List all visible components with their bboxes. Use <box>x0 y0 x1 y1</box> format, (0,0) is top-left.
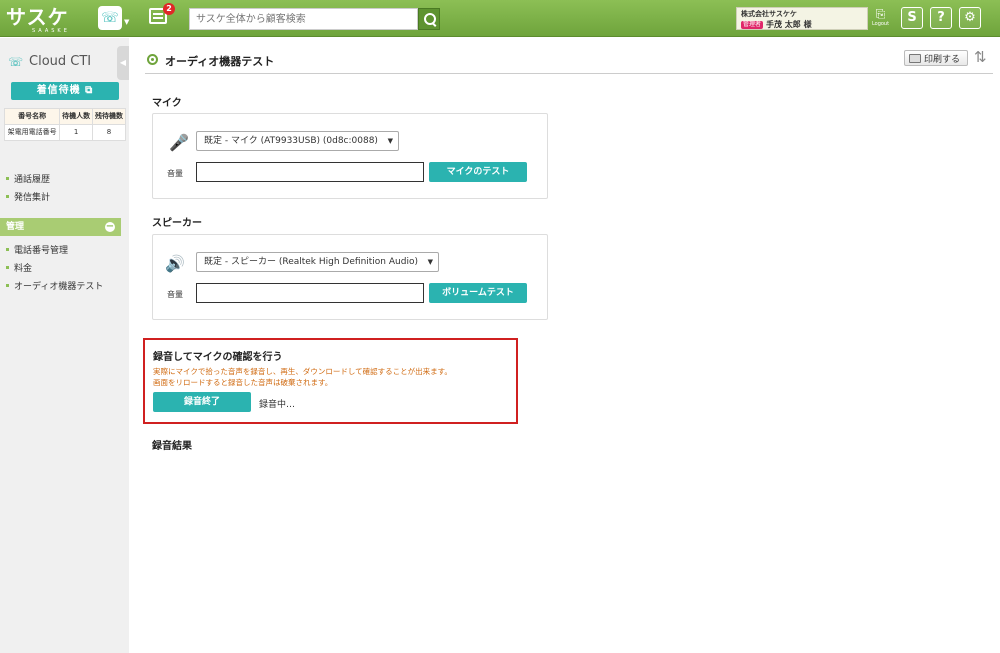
refresh-icon[interactable]: ⇅ <box>974 48 987 66</box>
table-cell: 8 <box>92 124 126 141</box>
management-links: 電話番号管理 料金 オーディオ機器テスト <box>6 243 103 297</box>
sidebar-item-label: オーディオ機器テスト <box>14 282 104 292</box>
sidebar-item-outbound-stats[interactable]: 発信集計 <box>6 190 50 203</box>
mic-volume-meter <box>196 162 424 182</box>
speaker-section-label: スピーカー <box>152 218 202 229</box>
recording-description: 実際にマイクで拾った音声を録音し、再生、ダウンロードして確認することが出来ます。… <box>153 366 452 388</box>
mic-test-button[interactable]: マイクのテスト <box>429 162 527 182</box>
help-icon[interactable]: ? <box>930 7 952 29</box>
speaker-device-select[interactable]: 既定 - スピーカー (Realtek High Definition Audi… <box>196 252 439 272</box>
app-logo[interactable]: サスケ SAASKE <box>6 5 70 34</box>
mic-section-label: マイク <box>152 98 182 109</box>
speaker-volume-label: 音量 <box>167 290 183 299</box>
sidebar-title-text: Cloud CTI <box>29 54 92 69</box>
speaker-device-value: 既定 - スピーカー (Realtek High Definition Audi… <box>204 257 418 267</box>
user-info[interactable]: 株式会社サスケケ 管理者 手茂 太郎 様 <box>736 7 868 30</box>
speaker-panel: 🔊 既定 - スピーカー (Realtek High Definition Au… <box>152 234 548 320</box>
recording-title: 録音してマイクの確認を行う <box>153 352 283 363</box>
bullet-icon <box>6 248 9 251</box>
chevron-down-icon: ▼ <box>387 137 393 145</box>
page-header: オーディオ機器テスト 印刷する ⇅ <box>145 48 993 74</box>
sidebar-item-label: 発信集計 <box>14 193 51 203</box>
phone-icon[interactable]: ☏ <box>98 6 122 30</box>
microphone-icon: 🎤 <box>169 133 189 152</box>
table-header: 番号名称 <box>3 108 61 125</box>
gear-icon[interactable]: ⚙ <box>959 7 981 29</box>
external-link-icon: ⧉ <box>85 85 94 96</box>
sidebar-item-label: 通話履歴 <box>14 175 51 185</box>
bullet-icon <box>6 195 9 198</box>
mic-device-value: 既定 - マイク (AT9933USB) (0d8c:0088) <box>204 136 378 146</box>
standby-table: 番号名称 待機人数 残待機数 架電用電話番号 1 8 <box>3 108 126 141</box>
recording-panel: 録音してマイクの確認を行う 実際にマイクで拾った音声を録音し、再生、ダウンロード… <box>143 338 518 424</box>
logout-button[interactable]: ⎘ Logout <box>870 7 891 30</box>
incoming-standby-button[interactable]: 着信待機 ⧉ <box>11 82 119 100</box>
bullet-icon <box>6 177 9 180</box>
mic-device-select[interactable]: 既定 - マイク (AT9933USB) (0d8c:0088) ▼ <box>196 131 399 151</box>
circle-bullet-icon <box>147 54 158 65</box>
bullet-icon <box>6 284 9 287</box>
user-company: 株式会社サスケケ <box>741 10 797 18</box>
table-header: 待機人数 <box>59 108 94 125</box>
logout-icon: ⎘ <box>875 7 886 21</box>
search-icon[interactable] <box>418 8 440 30</box>
page-title: オーディオ機器テスト <box>165 55 275 68</box>
sidebar-links: 通話履歴 発信集計 <box>6 172 50 208</box>
table-cell: 1 <box>59 124 94 141</box>
message-count-badge: 2 <box>163 3 175 15</box>
user-name: 手茂 太郎 様 <box>766 20 812 29</box>
top-bar: サスケ SAASKE ☏ ▼ 2 株式会社サスケケ 管理者 手茂 太郎 様 ⎘ … <box>0 0 1000 37</box>
sidebar-item-pricing[interactable]: 料金 <box>6 261 103 274</box>
user-role-badge: 管理者 <box>741 20 764 29</box>
logo-shortcut-icon[interactable]: S <box>901 7 923 29</box>
collapse-minus-icon[interactable]: − <box>105 222 115 232</box>
recording-status: 録音中… <box>259 400 296 410</box>
mic-volume-label: 音量 <box>167 169 183 178</box>
recording-desc-line: 実際にマイクで拾った音声を録音し、再生、ダウンロードして確認することが出来ます。 <box>153 367 452 376</box>
logo-text: サスケ <box>6 5 69 29</box>
phone-icon: ☏ <box>8 54 24 69</box>
logout-label: Logout <box>871 21 890 27</box>
logo-subtext: SAASKE <box>32 28 70 34</box>
table-row: 架電用電話番号 1 8 <box>3 124 126 141</box>
printer-icon <box>909 53 921 63</box>
chevron-down-icon: ▼ <box>427 258 433 266</box>
table-header: 残待機数 <box>92 108 126 125</box>
speaker-icon: 🔊 <box>165 254 185 273</box>
recording-desc-line: 画面をリロードすると録音した音声は破棄されます。 <box>153 378 333 387</box>
incoming-standby-label: 着信待機 <box>36 85 81 96</box>
mic-panel: 🎤 既定 - マイク (AT9933USB) (0d8c:0088) ▼ 音量 … <box>152 113 548 199</box>
chevron-down-icon[interactable]: ▼ <box>124 18 129 26</box>
bullet-icon <box>6 266 9 269</box>
management-section-header[interactable]: 管理 − <box>0 218 121 236</box>
stop-recording-button[interactable]: 録音終了 <box>153 392 251 412</box>
customer-search-input[interactable] <box>189 8 418 30</box>
user-row: 管理者 手茂 太郎 様 <box>741 20 863 29</box>
sidebar-item-label: 電話番号管理 <box>14 246 69 256</box>
main-content: オーディオ機器テスト 印刷する ⇅ マイク 🎤 既定 - マイク (AT9933… <box>129 38 1000 653</box>
sidebar-collapse-handle[interactable]: ◀ <box>117 46 129 80</box>
section-title: 管理 <box>6 222 25 232</box>
sidebar-item-audio-test[interactable]: オーディオ機器テスト <box>6 279 103 292</box>
speaker-volume-meter <box>196 283 424 303</box>
table-cell: 架電用電話番号 <box>3 124 61 141</box>
recording-result-label: 録音結果 <box>152 441 192 452</box>
sidebar: ☏ Cloud CTI ◀ 着信待機 ⧉ 番号名称 待機人数 残待機数 架電用電… <box>0 38 129 653</box>
print-button[interactable]: 印刷する <box>904 50 968 66</box>
print-label: 印刷する <box>924 54 961 65</box>
sidebar-item-call-history[interactable]: 通話履歴 <box>6 172 50 185</box>
sidebar-title: ☏ Cloud CTI <box>8 54 91 69</box>
sidebar-item-phone-numbers[interactable]: 電話番号管理 <box>6 243 103 256</box>
sidebar-item-label: 料金 <box>14 264 33 274</box>
volume-test-button[interactable]: ボリュームテスト <box>429 283 527 303</box>
